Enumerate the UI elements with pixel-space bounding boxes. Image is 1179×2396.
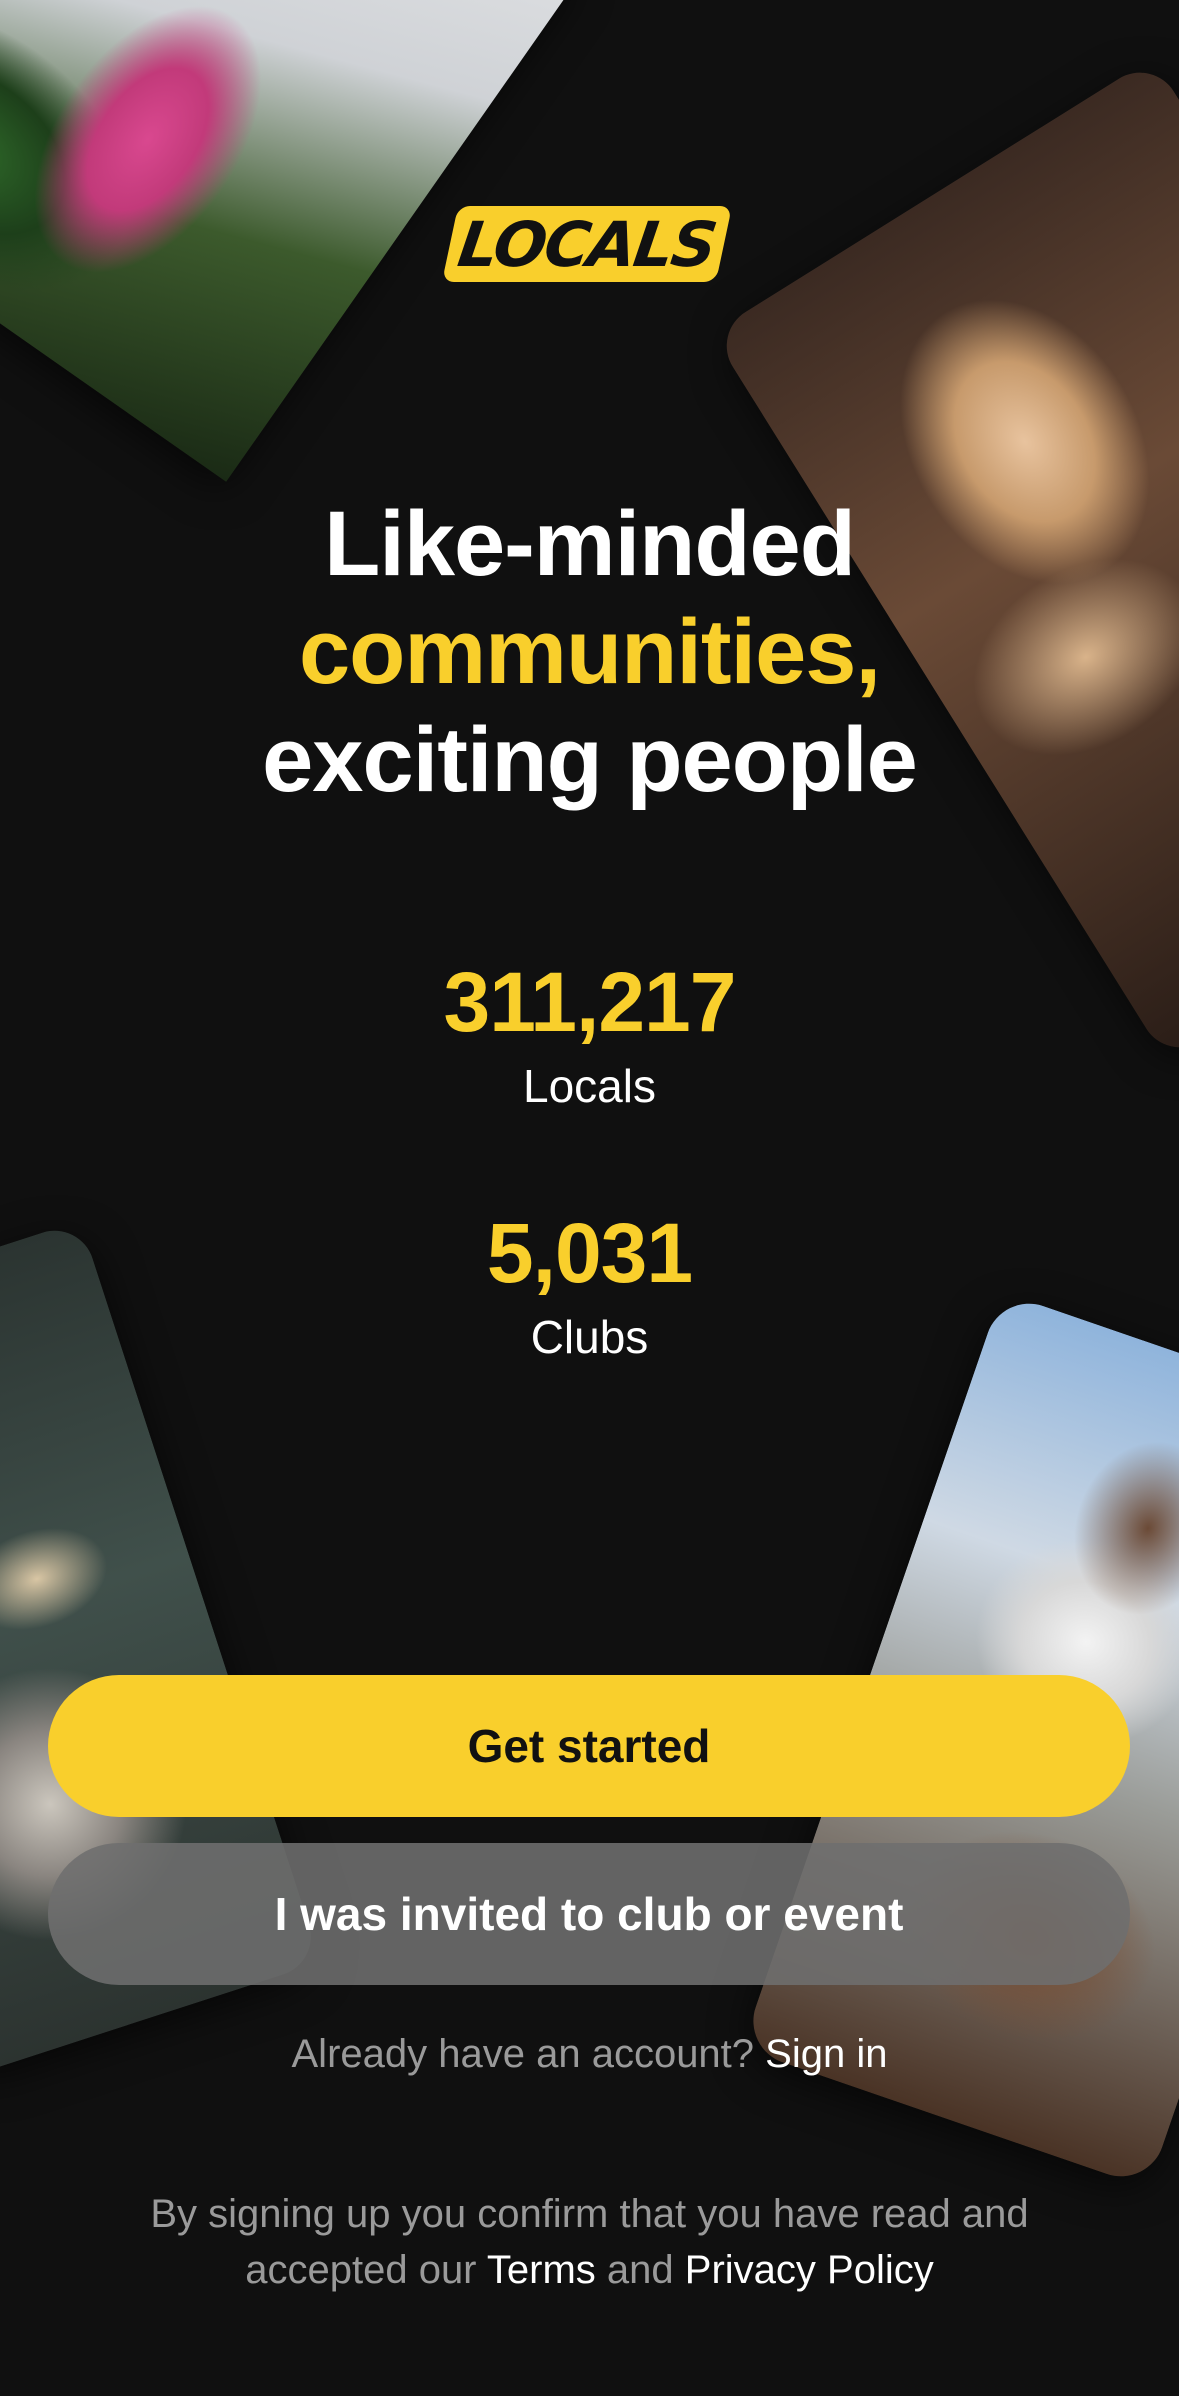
- stat-locals-label: Locals: [523, 1060, 656, 1112]
- headline: Like-minded communities, exciting people: [0, 490, 1179, 814]
- logo-text: LOCALS: [453, 207, 721, 281]
- invited-button[interactable]: I was invited to club or event: [48, 1843, 1130, 1985]
- stat-clubs-label: Clubs: [530, 1311, 649, 1363]
- signin-prompt: Already have an account?: [291, 2032, 755, 2076]
- signin-link[interactable]: Sign in: [765, 2032, 887, 2076]
- headline-line-3: exciting people: [262, 709, 918, 811]
- signin-row: Already have an account? Sign in: [0, 2032, 1179, 2077]
- headline-line-1: Like-minded: [324, 493, 856, 595]
- locals-logo: LOCALS: [441, 206, 733, 282]
- stat-locals-value: 311,217: [443, 955, 736, 1049]
- stat-clubs: 5,031 Clubs: [0, 1205, 1179, 1367]
- legal-and: and: [606, 2248, 674, 2292]
- stat-clubs-value: 5,031: [486, 1206, 693, 1300]
- legal-notice: By signing up you confirm that you have …: [120, 2186, 1059, 2298]
- privacy-policy-link[interactable]: Privacy Policy: [685, 2248, 934, 2292]
- stat-locals: 311,217 Locals: [0, 954, 1179, 1116]
- get-started-button[interactable]: Get started: [48, 1675, 1130, 1817]
- terms-link[interactable]: Terms: [487, 2248, 596, 2292]
- headline-line-2: communities,: [298, 601, 881, 703]
